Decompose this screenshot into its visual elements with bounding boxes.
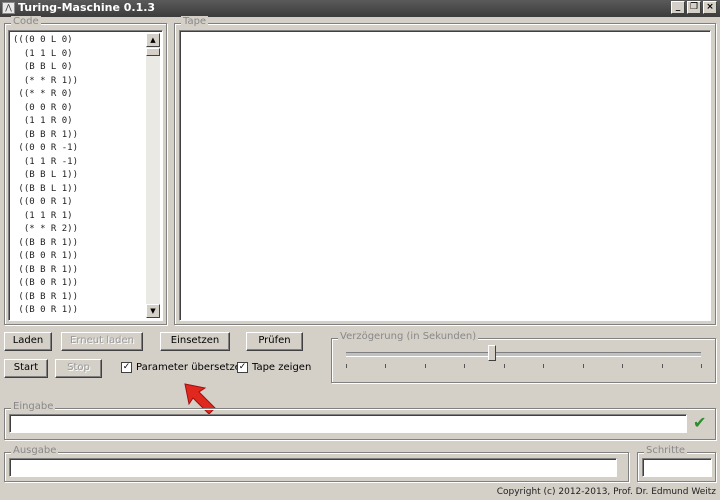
window-title: Turing-Maschine 0.1.3 [18,1,156,14]
parameter-uebersetzen-label: Parameter übersetzen [136,362,248,373]
code-line: ((B 0 R 1)) [13,305,79,315]
start-button[interactable]: Start [4,359,48,378]
code-line: (B B R 1)) [13,129,79,140]
code-line: (1 1 L 0) [13,48,73,59]
code-line: ((* * R 0) [13,89,73,99]
code-line: ((B B R 1)) [13,264,79,275]
slider-tick [622,364,624,368]
code-line: ((B B L 1)) [13,183,79,194]
checkbox-checked-icon[interactable]: ✓ [237,362,248,373]
checkbox-checked-icon[interactable]: ✓ [121,362,132,373]
scroll-down-icon[interactable]: ▼ [146,304,160,318]
code-line: ((B B R 1)) [13,237,79,248]
copyright-text: Copyright (c) 2012-2013, Prof. Dr. Edmun… [496,487,716,497]
code-group: Code (((0 0 L 0) (1 1 L 0) (B B L 0) (* … [4,16,167,325]
output-legend: Ausgabe [11,445,59,456]
close-button[interactable]: × [703,1,717,14]
minimize-button[interactable]: _ [671,1,685,14]
slider-tick [346,364,347,368]
delay-slider-track[interactable] [346,352,701,357]
code-line: (* * R 2)) [13,224,79,234]
delay-slider-thumb[interactable] [487,345,496,361]
code-line: ((0 0 R 1) [13,197,73,207]
code-line: (1 1 R 0) [13,116,73,126]
code-line: (B B L 1)) [13,170,79,180]
title-bar[interactable]: ⋀ Turing-Maschine 0.1.3 _ ❐ × [0,0,720,17]
code-line: (B B L 0) [13,62,73,72]
code-line: ((0 0 R -1) [13,143,79,153]
stop-button[interactable]: Stop [55,359,102,378]
slider-tick [701,364,702,368]
delay-legend: Verzögerung (in Sekunden) [338,331,479,342]
tape-zeigen-checkbox[interactable]: ✓ Tape zeigen [237,362,311,373]
code-line: (0 0 R 0) [13,102,73,113]
scroll-up-icon[interactable]: ▲ [146,33,160,47]
insert-button[interactable]: Einsetzen [160,332,230,351]
delay-group: Verzögerung (in Sekunden) [331,331,716,383]
slider-tick [385,364,387,368]
restore-button[interactable]: ❐ [687,1,701,14]
code-line: (1 1 R 1) [13,210,73,221]
scroll-thumb[interactable] [146,48,160,56]
code-editor[interactable]: (((0 0 L 0) (1 1 L 0) (B B L 0) (* * R 1… [8,30,163,321]
code-line: (* * R 1)) [13,75,79,86]
input-field[interactable] [9,414,687,433]
code-line: ((B 0 R 1)) [13,278,79,288]
code-line: ((B B R 1)) [13,291,79,302]
code-line: ((B 0 R 1)) [13,251,79,261]
check-button[interactable]: Prüfen [246,332,303,351]
steps-legend: Schritte [644,445,688,456]
tape-group: Tape [174,16,716,325]
tape-legend: Tape [181,16,209,27]
checkmark-icon[interactable]: ✔ [693,414,706,432]
code-line: (1 1 R -1) [13,156,79,167]
tape-area [179,30,711,321]
code-legend: Code [11,16,41,27]
parameter-uebersetzen-checkbox[interactable]: ✓ Parameter übersetzen [121,362,247,373]
slider-tick [464,364,466,368]
slider-tick [503,364,505,368]
input-legend: Eingabe [11,401,56,412]
tape-zeigen-label: Tape zeigen [252,362,312,373]
load-button[interactable]: Laden [4,332,52,351]
slider-tick [543,364,545,368]
code-scrollbar[interactable]: ▲ ▼ [146,33,160,318]
app-icon: ⋀ [2,2,15,14]
code-line: (((0 0 L 0) [13,35,73,45]
slider-tick [424,364,426,368]
output-field[interactable] [9,458,617,477]
slider-tick [582,364,584,368]
steps-field[interactable] [642,458,712,477]
code-text: (((0 0 L 0) (1 1 L 0) (B B L 0) (* * R 1… [13,34,78,318]
slider-tick [661,364,663,368]
reload-button[interactable]: Erneut laden [61,332,143,351]
